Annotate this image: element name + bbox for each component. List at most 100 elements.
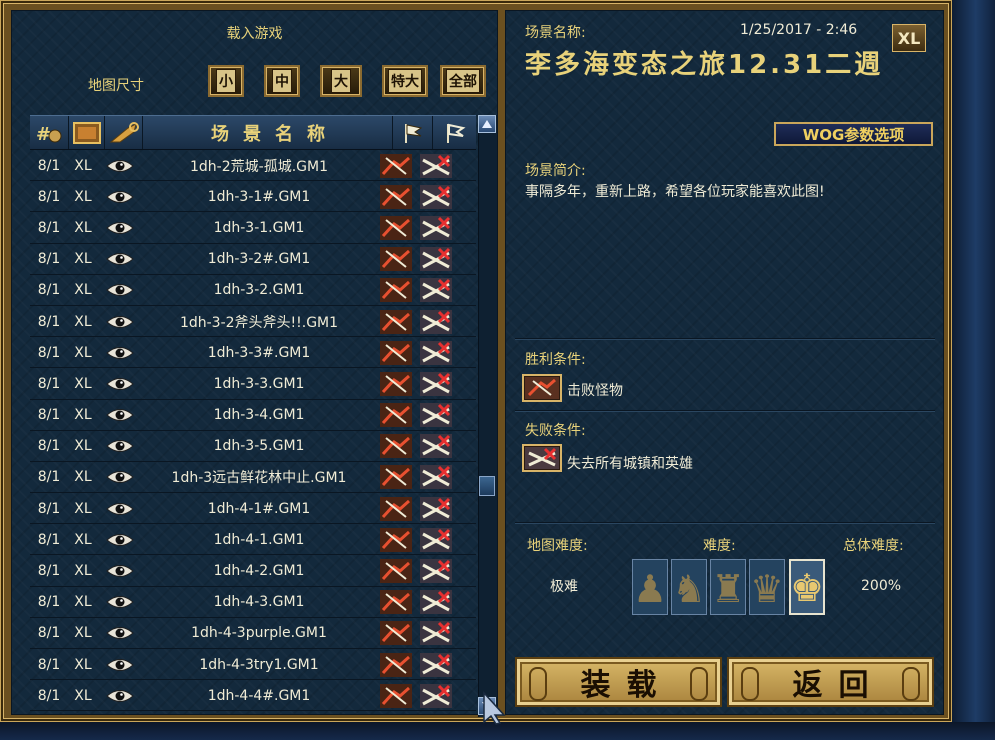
scenario-row[interactable]: 8/1 XL 1dh-4-1.GM1 <box>30 524 476 556</box>
scenario-row[interactable]: 8/1 XL 1dh-3远古鲜花林中止.GM1 <box>30 462 476 494</box>
sort-name-button[interactable]: 场景名称 <box>142 116 393 149</box>
row-scenario-name: 1dh-4-1.GM1 <box>213 531 305 548</box>
scenario-row[interactable]: 8/1 XL 1dh-3-4.GM1 <box>30 400 476 431</box>
difficulty-label: 难度: <box>703 538 736 554</box>
scrollbar-thumb[interactable] <box>479 476 495 496</box>
row-players: 8/1 <box>37 563 61 580</box>
size-small-button[interactable]: 小 <box>208 65 244 97</box>
row-players: 8/1 <box>37 188 61 205</box>
size-all-button[interactable]: 全部 <box>440 65 486 97</box>
victory-condition-icon <box>376 465 416 490</box>
scenario-row[interactable]: 8/1 XL 1dh-3-1#.GM1 <box>30 181 476 213</box>
loss-condition-icon <box>416 590 456 615</box>
wog-options-button[interactable]: WOG参数选项 <box>774 122 933 146</box>
scenario-row[interactable]: 8/1 XL 1dh-3-3#.GM1 <box>30 337 476 369</box>
row-size: XL <box>74 282 92 299</box>
sort-version-button[interactable] <box>104 116 143 149</box>
difficulty-easy-pawn[interactable]: ♟ <box>632 559 668 615</box>
eye-icon <box>98 469 142 485</box>
size-xl-label: 特大 <box>388 69 422 93</box>
row-scenario-name: 1dh-4-3.GM1 <box>213 594 305 611</box>
row-size: XL <box>74 469 92 486</box>
button-ornament <box>529 667 547 701</box>
scenario-row[interactable]: 8/1 XL 1dh-3-2.GM1 <box>30 275 476 307</box>
row-size: XL <box>74 407 92 424</box>
scenario-row[interactable]: 8/1 XL 1dh-4-3purple.GM1 <box>30 618 476 650</box>
description-label: 场景简介: <box>525 163 586 179</box>
victory-condition-icon <box>376 403 416 428</box>
size-xl-button[interactable]: 特大 <box>382 65 428 97</box>
eye-icon <box>98 314 142 330</box>
load-button[interactable]: 装载 <box>515 657 722 707</box>
scenario-row[interactable]: 8/1 XL 1dh-3-2斧头斧头!!.GM1 <box>30 306 476 338</box>
window-frame: 载入游戏 地图尺寸 小 中 大 特大 全部 # 场景名称 8/1 XL 1dh-… <box>0 0 952 725</box>
scenario-row[interactable]: 8/1 XL 1dh-2荒城-孤城.GM1 <box>30 150 476 182</box>
scenario-row[interactable]: 8/1 XL 1dh-4-1#.GM1 <box>30 493 476 525</box>
back-button[interactable]: 返回 <box>727 657 934 707</box>
scenario-name-header: 场景名称 <box>211 123 339 145</box>
victory-condition-icon <box>376 247 416 272</box>
row-size: XL <box>74 563 92 580</box>
size-small-label: 小 <box>216 69 236 93</box>
row-players: 8/1 <box>37 531 61 548</box>
scenario-row[interactable]: 8/1 XL 1dh-3-5.GM1 <box>30 431 476 463</box>
row-size: XL <box>74 687 92 704</box>
row-scenario-name: 1dh-3-1#.GM1 <box>207 188 311 205</box>
knight-icon: ♞ <box>671 567 707 611</box>
background-right <box>952 0 995 740</box>
difficulty-hard-rook[interactable]: ♜ <box>710 559 746 615</box>
row-scenario-name: 1dh-4-2.GM1 <box>213 563 305 580</box>
row-size: XL <box>74 251 92 268</box>
scenario-date: 1/25/2017 - 2:46 <box>740 22 858 38</box>
difficulty-expert-queen[interactable]: ♛ <box>749 559 785 615</box>
scenario-row[interactable]: 8/1 XL 1dh-3-2#.GM1 <box>30 244 476 275</box>
row-players: 8/1 <box>37 313 61 330</box>
sort-size-button[interactable] <box>68 116 105 149</box>
back-button-label: 返回 <box>792 668 885 703</box>
victory-condition-icon <box>376 590 416 615</box>
scenario-row[interactable]: 8/1 XL 1dh-3-3.GM1 <box>30 368 476 400</box>
horn-icon <box>109 121 139 142</box>
row-players: 8/1 <box>37 625 61 642</box>
scenario-row[interactable]: 8/1 XL 1dh-4-2.GM1 <box>30 555 476 587</box>
eye-icon <box>98 501 142 517</box>
scenario-row[interactable]: 8/1 XL 1dh-4-3.GM1 <box>30 587 476 619</box>
row-players: 8/1 <box>37 407 61 424</box>
sort-players-button[interactable]: # <box>30 116 68 149</box>
pawn-icon: ♟ <box>632 567 668 611</box>
difficulty-normal-knight[interactable]: ♞ <box>671 559 707 615</box>
rook-icon: ♜ <box>710 567 746 611</box>
scenario-row[interactable]: 8/1 XL 1dh-4-3try1.GM1 <box>30 649 476 681</box>
victory-condition-icon <box>376 559 416 584</box>
size-medium-label: 中 <box>272 69 292 93</box>
eye-icon <box>98 625 142 641</box>
row-players: 8/1 <box>37 251 61 268</box>
scroll-up-button[interactable] <box>478 115 496 133</box>
victory-condition-icon <box>376 215 416 240</box>
sort-victory-button[interactable] <box>392 116 433 149</box>
loss-flag-icon <box>447 123 466 143</box>
sort-loss-button[interactable] <box>432 116 477 149</box>
scenario-row[interactable]: 8/1 XL 1dh-4-4#.GM1 <box>30 680 476 712</box>
loss-condition-icon <box>416 278 456 303</box>
players-icon: # <box>36 124 62 145</box>
scenario-row[interactable]: 8/1 XL 1dh-3-1.GM1 <box>30 212 476 244</box>
difficulty-impossible-king[interactable]: ♚ <box>789 559 825 615</box>
loss-condition-icon <box>416 465 456 490</box>
row-size: XL <box>74 594 92 611</box>
row-scenario-name: 1dh-3-2斧头斧头!!.GM1 <box>179 314 339 331</box>
row-scenario-name: 1dh-3-1.GM1 <box>213 219 305 236</box>
scrollbar-track[interactable] <box>478 115 497 717</box>
scenario-list: 8/1 XL 1dh-2荒城-孤城.GM1 8/1 XL 1dh-3-1#.GM1 8/1 X… <box>30 150 476 712</box>
eye-icon <box>98 563 142 579</box>
row-size: XL <box>74 656 92 673</box>
loss-condition-icon <box>416 652 456 677</box>
row-size: XL <box>74 188 92 205</box>
size-medium-button[interactable]: 中 <box>264 65 300 97</box>
row-players: 8/1 <box>37 344 61 361</box>
loss-condition-icon <box>416 403 456 428</box>
row-size: XL <box>74 375 92 392</box>
row-players: 8/1 <box>37 375 61 392</box>
size-large-button[interactable]: 大 <box>320 65 362 97</box>
row-size: XL <box>74 219 92 236</box>
